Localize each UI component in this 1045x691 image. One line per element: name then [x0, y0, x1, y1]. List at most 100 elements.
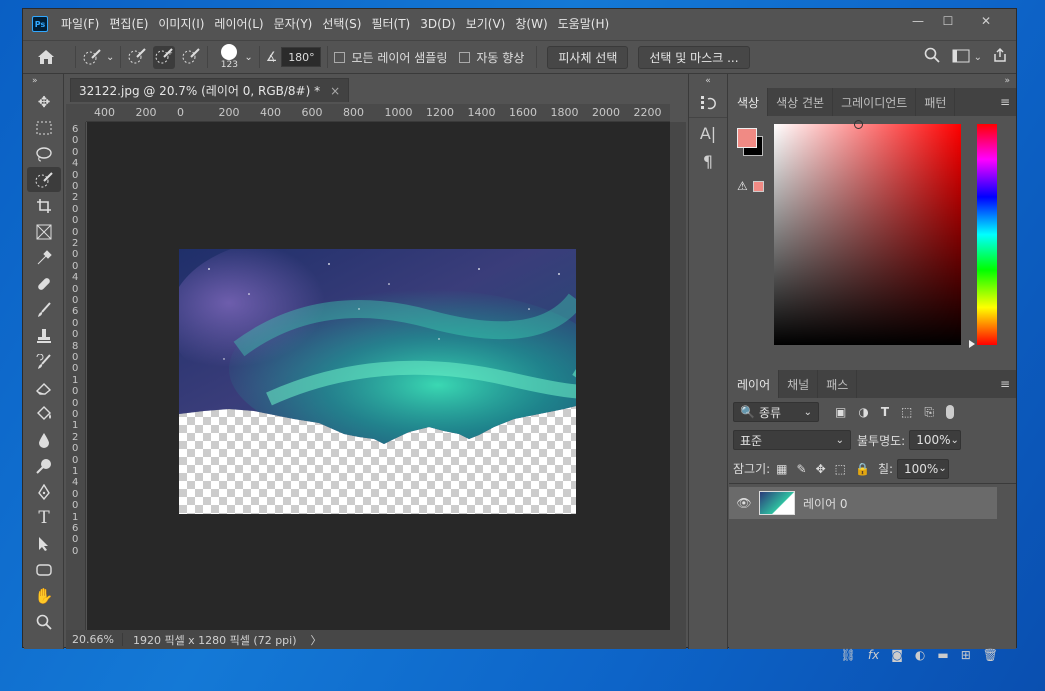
smart-object-filter-icon[interactable]: ⎘: [924, 405, 934, 420]
menu-type[interactable]: 문자(Y): [269, 9, 318, 39]
lock-position-icon[interactable]: ✥: [816, 462, 826, 476]
document-tab[interactable]: 32122.jpg @ 20.7% (레이어 0, RGB/8#) * ×: [70, 78, 350, 102]
menu-help[interactable]: 도움말(H): [553, 9, 615, 39]
new-layer-icon[interactable]: ⊞: [961, 648, 971, 662]
menu-view[interactable]: 보기(V): [461, 9, 511, 39]
new-selection-icon[interactable]: [127, 47, 147, 68]
link-layers-icon[interactable]: ⛓: [841, 648, 856, 662]
eraser-tool-icon[interactable]: [27, 375, 61, 400]
history-panel-icon[interactable]: [689, 88, 727, 118]
path-selection-tool-icon[interactable]: [27, 531, 61, 556]
pixel-layer-filter-icon[interactable]: ▣: [835, 405, 846, 419]
fill-field[interactable]: 100% ⌄: [897, 458, 950, 479]
lock-transparent-pixels-icon[interactable]: ▦: [776, 462, 787, 476]
lock-all-icon[interactable]: 🔒: [855, 462, 870, 476]
tab-patterns[interactable]: 패턴: [916, 88, 956, 116]
opacity-field[interactable]: 100% ⌄: [909, 430, 962, 450]
zoom-level[interactable]: 20.66%: [66, 633, 123, 646]
minimize-button[interactable]: —: [904, 12, 932, 30]
lock-image-pixels-icon[interactable]: ✎: [797, 462, 807, 476]
quick-selection-tool-icon[interactable]: [27, 167, 61, 192]
chevron-down-icon[interactable]: ⌄: [244, 52, 252, 63]
home-button[interactable]: [23, 49, 69, 65]
dodge-tool-icon[interactable]: [27, 453, 61, 478]
zoom-tool-icon[interactable]: [27, 609, 61, 634]
filter-toggle-icon[interactable]: [945, 405, 954, 419]
layer-row[interactable]: 👁 레이어 0: [729, 487, 997, 519]
collapse-toolbar-icon[interactable]: »: [24, 74, 63, 88]
history-brush-tool-icon[interactable]: [27, 349, 61, 374]
lasso-tool-icon[interactable]: [27, 141, 61, 166]
share-icon[interactable]: [992, 47, 1008, 67]
hue-slider-handle-icon[interactable]: [969, 340, 975, 348]
vertical-scrollbar[interactable]: [670, 122, 686, 630]
lock-artboard-icon[interactable]: ⬚: [835, 462, 846, 476]
brush-tool-icon[interactable]: [27, 297, 61, 322]
sample-all-layers-checkbox[interactable]: 모든 레이어 샘플링: [334, 49, 447, 66]
eyedropper-tool-icon[interactable]: [27, 245, 61, 270]
canvas[interactable]: [87, 122, 670, 630]
type-layer-filter-icon[interactable]: T: [881, 405, 889, 419]
close-button[interactable]: ✕: [964, 12, 1008, 30]
adjustment-layer-icon[interactable]: ◐: [915, 648, 925, 662]
workspace-icon[interactable]: [952, 48, 970, 67]
move-tool-icon[interactable]: ✥: [27, 89, 61, 114]
character-panel-icon[interactable]: A|: [689, 118, 727, 148]
menu-window[interactable]: 창(W): [510, 9, 552, 39]
menu-3d[interactable]: 3D(D): [415, 9, 460, 39]
frame-tool-icon[interactable]: [27, 219, 61, 244]
healing-brush-tool-icon[interactable]: [27, 271, 61, 296]
layer-name[interactable]: 레이어 0: [803, 495, 848, 512]
hand-tool-icon[interactable]: ✋: [27, 583, 61, 608]
brush-size-picker[interactable]: 123: [214, 44, 244, 70]
adjustment-layer-filter-icon[interactable]: ◑: [858, 405, 868, 419]
maximize-button[interactable]: ☐: [934, 12, 962, 30]
layer-filter-select[interactable]: 🔍 종류 ⌄: [733, 402, 819, 422]
new-group-icon[interactable]: ▬: [937, 648, 948, 662]
select-and-mask-button[interactable]: 선택 및 마스크 ...: [638, 45, 750, 69]
delete-layer-icon[interactable]: 🗑: [983, 648, 998, 662]
angle-field[interactable]: 180°: [281, 47, 322, 67]
marquee-tool-icon[interactable]: [27, 115, 61, 140]
collapse-panels-icon[interactable]: »: [729, 74, 1016, 88]
auto-enhance-checkbox[interactable]: 자동 향상: [459, 49, 524, 66]
gamut-color-swatch[interactable]: [753, 181, 764, 192]
chevron-down-icon[interactable]: ⌄: [974, 52, 982, 63]
eye-icon[interactable]: 👁: [729, 496, 759, 510]
close-tab-icon[interactable]: ×: [330, 84, 340, 98]
panel-menu-icon[interactable]: ≡: [994, 88, 1016, 116]
panel-menu-icon[interactable]: ≡: [994, 370, 1016, 398]
select-subject-button[interactable]: 피사체 선택: [547, 45, 629, 69]
clone-stamp-tool-icon[interactable]: [27, 323, 61, 348]
subtract-from-selection-icon[interactable]: -: [181, 47, 201, 68]
blend-mode-select[interactable]: 표준 ⌄: [733, 430, 851, 450]
tab-channels[interactable]: 채널: [779, 370, 819, 398]
status-menu-arrow[interactable]: 〉: [311, 632, 322, 648]
tool-preset-picker[interactable]: ⌄: [82, 48, 114, 66]
menu-file[interactable]: 파일(F): [56, 9, 104, 39]
color-field[interactable]: [774, 120, 961, 345]
add-to-selection-icon[interactable]: +: [153, 45, 176, 69]
pen-tool-icon[interactable]: [27, 479, 61, 504]
tab-layers[interactable]: 레이어: [729, 370, 780, 398]
type-tool-icon[interactable]: T: [27, 505, 61, 530]
paint-bucket-tool-icon[interactable]: [27, 401, 61, 426]
shape-layer-filter-icon[interactable]: ⬚: [901, 405, 912, 419]
paragraph-panel-icon[interactable]: ¶: [689, 148, 727, 174]
add-mask-icon[interactable]: ◙: [891, 648, 903, 662]
tab-swatches[interactable]: 색상 견본: [768, 88, 834, 116]
tab-color[interactable]: 색상: [729, 88, 769, 116]
foreground-color-swatch[interactable]: [737, 128, 757, 148]
menu-select[interactable]: 선택(S): [317, 9, 366, 39]
menu-filter[interactable]: 필터(T): [366, 9, 415, 39]
tab-gradients[interactable]: 그레이디언트: [833, 88, 917, 116]
search-icon[interactable]: [924, 47, 940, 67]
menu-edit[interactable]: 편집(E): [104, 9, 153, 39]
menu-layer[interactable]: 레이어(L): [209, 9, 268, 39]
crop-tool-icon[interactable]: [27, 193, 61, 218]
hue-slider[interactable]: [977, 124, 997, 345]
tab-paths[interactable]: 패스: [818, 370, 858, 398]
rectangle-tool-icon[interactable]: [27, 557, 61, 582]
out-of-gamut-warning-icon[interactable]: ⚠: [737, 179, 748, 193]
blur-tool-icon[interactable]: [27, 427, 61, 452]
